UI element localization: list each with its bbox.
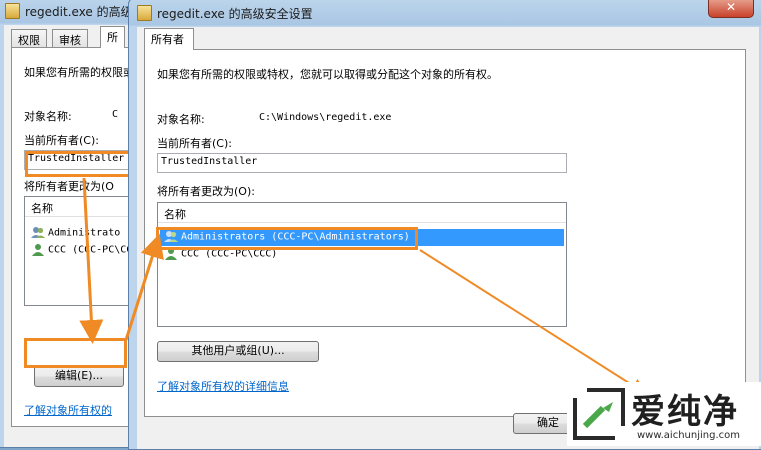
list-item-label: CCC (CCC-PC\CCC) [181, 248, 278, 260]
close-button[interactable]: ✕ [708, 0, 754, 18]
front-description: 如果您有所需的权限或特权，您就可以取得或分配这个对象的所有权。 [157, 68, 498, 81]
folder-icon [137, 5, 152, 21]
back-client: 权限 审核 所 如果您有所需的权限或特权 对象名称: C 当前所有者(C): T… [4, 25, 147, 447]
front-learn-link[interactable]: 了解对象所有权的详细信息 [157, 378, 289, 394]
highlight-administrators [156, 227, 418, 250]
front-current-owner-label: 当前所有者(C): [157, 137, 232, 150]
highlight-edit-button [24, 338, 127, 368]
back-object-name-value: C [112, 109, 119, 120]
front-titlebar[interactable]: regedit.exe 的高级安全设置 ✕ [129, 0, 761, 26]
front-object-name-value: C:\Windows\regedit.exe [259, 112, 392, 123]
list-item-label: CCC (CCC-PC\CC [48, 244, 133, 256]
other-users-button[interactable]: 其他用户或组(U)... [157, 341, 319, 362]
highlight-current-owner [25, 151, 131, 177]
front-window-title: regedit.exe 的高级安全设置 [157, 7, 313, 21]
back-object-name-label: 对象名称: [24, 110, 72, 123]
front-owner-list[interactable]: 名称 Administrators (CCC-PC\Administrators… [157, 202, 567, 327]
front-tabstrip: 所有者 [137, 27, 759, 50]
logo-url: www.aichunjing.com [637, 430, 740, 441]
tab-owner[interactable]: 所有者 [144, 28, 194, 50]
back-learn-link[interactable]: 了解对象所有权的 [24, 402, 112, 418]
user-icon [31, 243, 45, 256]
front-list-header[interactable]: 名称 [158, 203, 566, 223]
front-current-owner-field: TrustedInstaller [157, 153, 567, 173]
tab-permissions[interactable]: 权限 [11, 29, 47, 47]
back-current-owner-label: 当前所有者(C): [24, 134, 99, 147]
tab-auditing[interactable]: 审核 [52, 29, 88, 47]
front-object-name-label: 对象名称: [157, 113, 205, 126]
logo-text: 爱纯净 [631, 392, 739, 432]
logo-icon [573, 388, 625, 440]
back-window: regedit.exe 的高级安全设置 权限 审核 所 如果您有所需的权限或特权… [0, 0, 148, 448]
tab-owner[interactable]: 所 [100, 26, 125, 48]
back-change-owner-label: 将所有者更改为(O [24, 180, 114, 193]
group-icon [31, 226, 45, 239]
watermark-logo: 爱纯净 www.aichunjing.com [567, 382, 761, 446]
edit-button[interactable]: 编辑(E)... [34, 366, 124, 387]
back-titlebar[interactable]: regedit.exe 的高级安全设置 [0, 0, 147, 24]
list-item-label: Administrato [48, 227, 121, 239]
front-change-owner-label: 将所有者更改为(O): [157, 185, 255, 198]
folder-icon [5, 3, 20, 19]
back-tabstrip: 权限 审核 所 [4, 25, 147, 48]
